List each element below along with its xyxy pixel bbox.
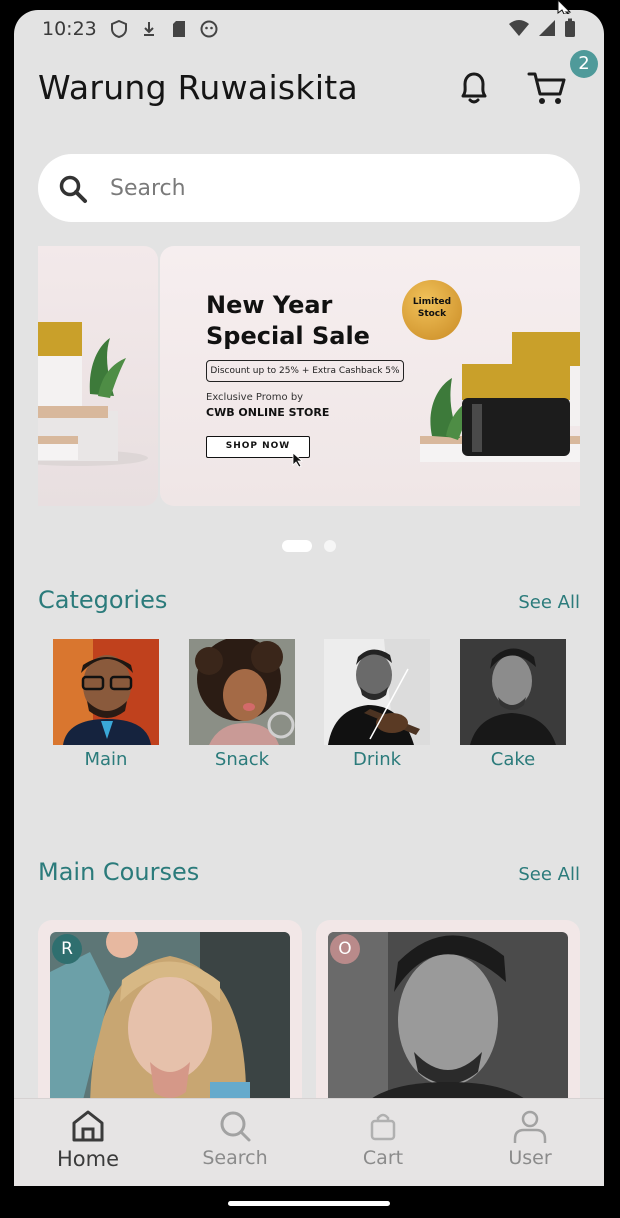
search-icon — [58, 174, 88, 204]
nav-label: User — [508, 1147, 552, 1169]
status-icons-right — [508, 18, 576, 42]
battery-icon — [564, 18, 576, 42]
app-screen: 10:23 Warung Ruwaiskita 2 Search New Yea… — [14, 10, 604, 1186]
sd-card-icon — [170, 20, 188, 38]
categories-see-all-link[interactable]: See All — [518, 592, 580, 613]
portrait-violinist-image — [324, 639, 430, 745]
banner-slide-previous[interactable] — [38, 246, 158, 506]
cosmetic-jar-illustration — [420, 332, 580, 462]
portrait-girl-image — [189, 639, 295, 745]
main-courses-see-all-link[interactable]: See All — [518, 864, 580, 885]
face-icon — [200, 20, 218, 38]
status-icons-left — [110, 19, 218, 39]
app-title: Warung Ruwaiskita — [38, 68, 359, 107]
search-bar[interactable] — [38, 154, 580, 222]
banner-title: New Year Special Sale — [206, 291, 370, 350]
wifi-icon — [508, 19, 530, 41]
category-thumbnail — [324, 639, 430, 745]
course-mark-badge: R — [52, 934, 82, 964]
carousel-dot[interactable] — [324, 540, 336, 552]
category-label: Cake — [490, 749, 536, 770]
photo-man-portrait-image — [328, 932, 568, 1112]
banner-promo-text: Exclusive Promo by — [206, 392, 304, 403]
main-courses-title: Main Courses — [38, 858, 200, 886]
cart-count-badge: 2 — [570, 50, 598, 78]
download-icon — [140, 20, 158, 38]
home-indicator[interactable] — [228, 1201, 390, 1206]
status-time: 10:23 — [42, 18, 97, 40]
mouse-pointer-icon — [557, 0, 572, 14]
cursor-icon — [292, 452, 304, 468]
categories-title: Categories — [38, 586, 168, 614]
category-label: Drink — [352, 749, 402, 770]
cosmetic-jar-illustration — [38, 322, 148, 466]
course-card[interactable]: O — [316, 920, 580, 1120]
cart-icon[interactable] — [526, 68, 570, 108]
nav-item-user[interactable]: User — [470, 1107, 590, 1169]
portrait-man-image — [460, 639, 566, 745]
status-bar: 10:23 — [14, 10, 604, 50]
nav-label: Cart — [362, 1147, 404, 1169]
nav-item-search[interactable]: Search — [175, 1107, 295, 1169]
banner-discount: Discount up to 25% + Extra Cashback 5% — [206, 360, 404, 382]
category-item-cake[interactable]: Cake — [460, 639, 566, 770]
bag-icon — [370, 1113, 396, 1141]
signal-icon — [538, 19, 556, 41]
shield-icon — [110, 19, 128, 39]
notification-bell-icon[interactable] — [454, 68, 494, 108]
banner-store-name: CWB ONLINE STORE — [206, 406, 330, 419]
course-image — [328, 932, 568, 1112]
search-icon — [220, 1111, 251, 1142]
category-item-drink[interactable]: Drink — [324, 639, 430, 770]
nav-label: Home — [56, 1147, 119, 1171]
category-thumbnail — [189, 639, 295, 745]
category-label: Snack — [214, 749, 270, 770]
search-input[interactable] — [110, 168, 550, 208]
carousel-dot-active[interactable] — [282, 540, 312, 552]
nav-label: Search — [202, 1147, 268, 1169]
user-icon — [513, 1110, 547, 1143]
photo-girl-cosplay-image — [50, 932, 290, 1112]
category-item-main[interactable]: Main — [53, 639, 159, 770]
category-thumbnail — [53, 639, 159, 745]
course-card[interactable]: R — [38, 920, 302, 1120]
portrait-man-glasses-image — [53, 639, 159, 745]
category-item-snack[interactable]: Snack — [189, 639, 295, 770]
promo-banner[interactable]: New Year Special Sale Discount up to 25%… — [160, 246, 580, 506]
nav-item-cart[interactable]: Cart — [323, 1107, 443, 1169]
course-image — [50, 932, 290, 1112]
nav-item-home[interactable]: Home — [28, 1107, 148, 1171]
category-label: Main — [84, 749, 128, 770]
bottom-navigation: Home Search Cart User — [14, 1098, 604, 1186]
carousel-indicator — [282, 540, 336, 552]
home-icon — [72, 1110, 104, 1142]
category-thumbnail — [460, 639, 566, 745]
course-mark-badge: O — [330, 934, 360, 964]
